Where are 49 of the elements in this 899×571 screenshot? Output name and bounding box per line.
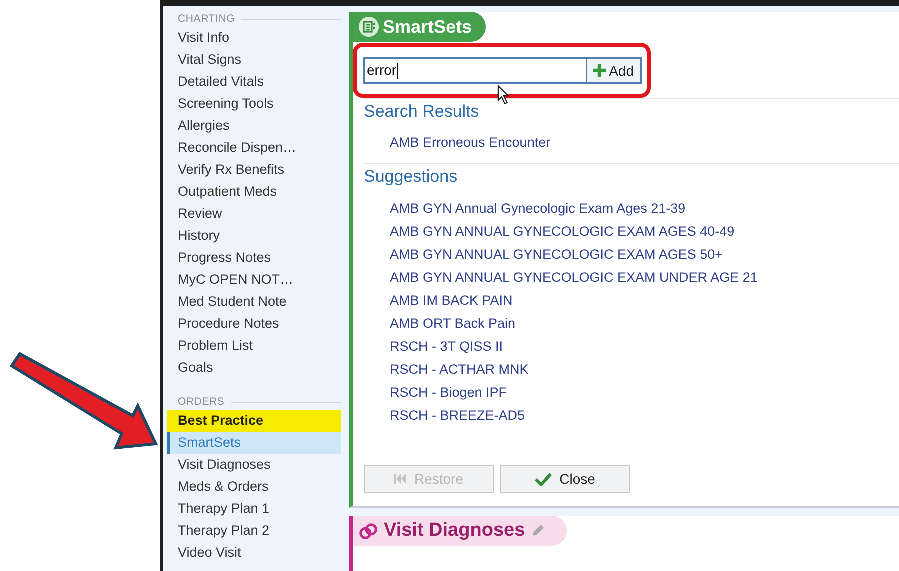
list-icon [359,17,379,37]
suggestion-link[interactable]: AMB ORT Back Pain [364,312,899,335]
sidebar-item[interactable]: Meds & Orders [167,476,341,498]
suggestion-link[interactable]: AMB IM BACK PAIN [364,289,899,312]
sidebar-item[interactable]: Procedure Notes [167,313,341,335]
sidebar-item[interactable]: MyC OPEN NOT… [167,269,341,291]
section-heading: Search Results [364,101,480,123]
sidebar-item[interactable]: Best Practice [167,410,341,432]
sidebar-item[interactable]: Reconcile Dispen… [167,137,341,159]
sidebar-item[interactable]: Visit Info [167,27,341,49]
rewind-icon [394,474,406,484]
sidebar-item[interactable]: Verify Rx Benefits [167,159,341,181]
sidebar-item[interactable]: Allergies [167,115,341,137]
close-button[interactable]: Close [500,465,630,493]
suggestion-link[interactable]: RSCH - 3T QISS II [364,335,899,358]
result-link[interactable]: AMB Erroneous Encounter [364,131,899,154]
check-icon [534,472,552,486]
suggestion-link[interactable]: RSCH - ACTHAR MNK [364,358,899,381]
sidebar-item[interactable]: Progress Notes [167,247,341,269]
plus-icon [593,64,606,77]
link-icon [359,522,378,540]
suggestion-link[interactable]: RSCH - Biogen IPF [364,381,899,404]
suggestion-link[interactable]: AMB GYN Annual Gynecologic Exam Ages 21-39 [364,197,899,220]
section-header: ORDERS [178,396,225,408]
sidebar-item[interactable]: Video Visit [167,542,341,564]
suggestion-link[interactable]: AMB GYN ANNUAL GYNECOLOGIC EXAM UNDER AGE 21 [364,266,899,289]
sidebar-item[interactable]: Visit Diagnoses [167,454,341,476]
cursor-icon [497,85,511,105]
section-heading: Suggestions [364,166,459,188]
sidebar-item[interactable]: Med Student Note [167,291,341,313]
suggestion-link[interactable]: AMB GYN ANNUAL GYNECOLOGIC EXAM AGES 50+ [364,243,899,266]
section-title: Visit Diagnoses [353,516,568,546]
sidebar-item[interactable]: Goals [167,357,341,379]
sidebar-item[interactable]: Therapy Plan 1 [167,498,341,520]
sidebar-item[interactable]: Outpatient Meds [167,181,341,203]
section-title: SmartSets [353,12,486,42]
sidebar-item[interactable]: Vital Signs [167,49,341,71]
section-header: CHARTING [178,13,236,25]
sidebar-item[interactable]: Therapy Plan 2 [167,520,341,542]
sidebar-item[interactable]: Review [167,203,341,225]
suggestion-link[interactable]: RSCH - BREEZE-AD5 [364,404,899,427]
sidebar-item[interactable]: Problem List [167,335,341,357]
sidebar-item[interactable]: Screening Tools [167,93,341,115]
sidebar-item[interactable]: History [167,225,341,247]
pencil-icon[interactable] [531,524,546,538]
add-button[interactable]: Add [587,57,642,84]
search-field[interactable]: error [363,57,588,84]
sidebar-item[interactable]: Detailed Vitals [167,71,341,93]
suggestion-link[interactable]: AMB GYN ANNUAL GYNECOLOGIC EXAM AGES 40-49 [364,220,899,243]
